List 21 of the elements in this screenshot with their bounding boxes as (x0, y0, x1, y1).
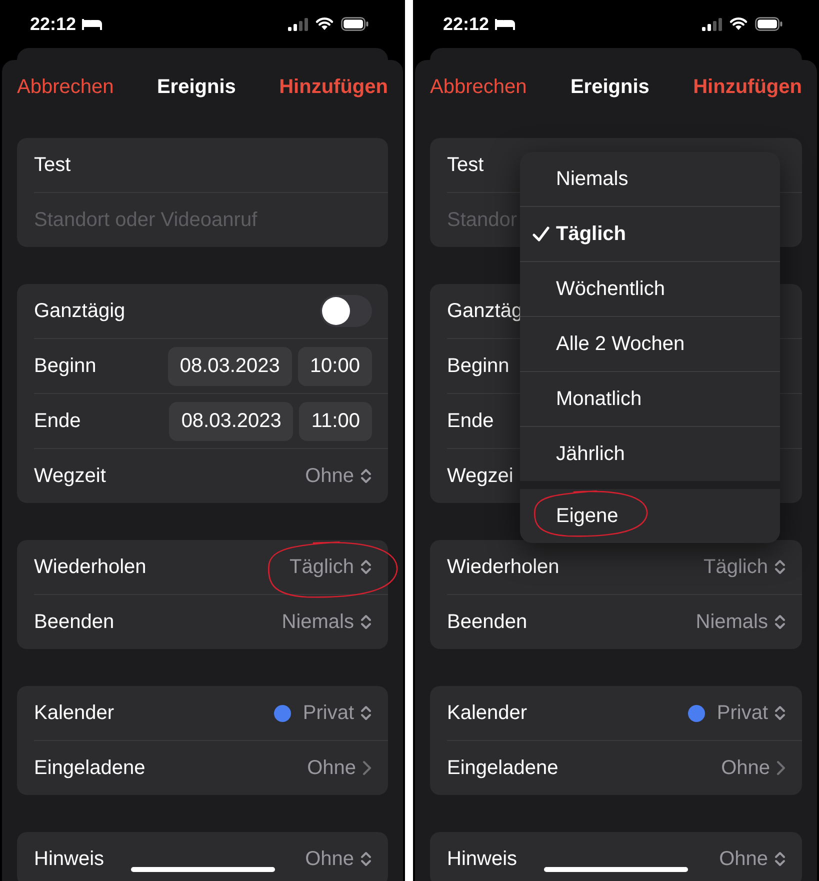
row-label: Kalender (34, 702, 114, 724)
row-label: Hinweis (447, 848, 518, 870)
row-label: Wiederholen (34, 556, 146, 578)
row-label: Beginn (34, 354, 96, 378)
row-label: Beenden (447, 610, 528, 634)
row-label: Beenden (34, 610, 114, 634)
row-label: Ende (34, 410, 81, 432)
row-label: Hinweis (34, 848, 104, 870)
sheet-title: Ereignis (156, 76, 236, 98)
sheet-title: Ereignis (570, 76, 650, 98)
clock-time: 22:12 (30, 14, 76, 34)
row-label: Beginn (447, 354, 510, 378)
row-label: Wegzeit (34, 464, 106, 488)
row-label: Kalender (447, 702, 528, 724)
row-label: Ganztägig (34, 300, 126, 322)
row-label: Wegzei (447, 464, 514, 488)
row-label: Ende (447, 410, 494, 432)
clock-time: 22:12 (443, 14, 490, 34)
row-label: Wiederholen (447, 556, 560, 578)
row-label: Eingeladene (34, 756, 146, 780)
row-label: Eingeladene (447, 756, 558, 780)
